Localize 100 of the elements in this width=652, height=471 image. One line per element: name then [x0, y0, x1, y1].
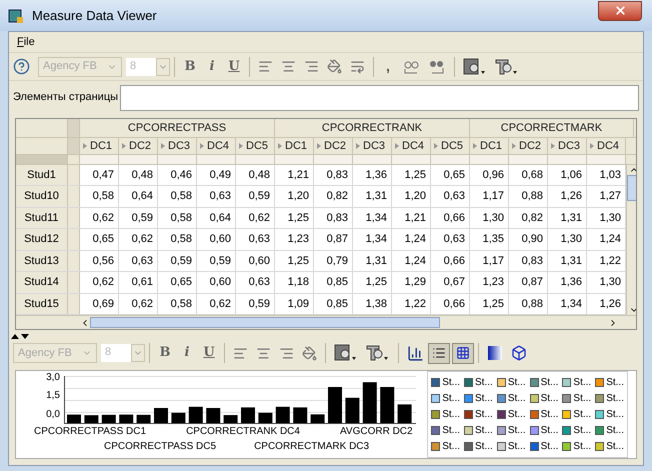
size-dropdown-button[interactable]: [156, 58, 170, 76]
row-resize-handle[interactable]: [16, 155, 68, 164]
expand-arrow-icon[interactable]: [512, 142, 516, 149]
expand-arrow-icon[interactable]: [239, 142, 243, 149]
gradient-icon[interactable]: [487, 345, 503, 361]
table-cell: 1,38: [353, 294, 392, 314]
column-header[interactable]: DC2: [324, 138, 346, 154]
close-icon[interactable]: [614, 4, 626, 17]
size-dropdown-button[interactable]: [131, 344, 145, 362]
filter-cell[interactable]: [158, 155, 197, 164]
filter-cell[interactable]: [392, 155, 431, 164]
row-header[interactable]: Stud1: [16, 164, 68, 186]
fill-icon[interactable]: [327, 59, 342, 74]
vertical-scrollbar[interactable]: [626, 164, 636, 316]
legend-icon[interactable]: [432, 346, 446, 360]
fill-icon[interactable]: [302, 346, 317, 360]
page-elements-field[interactable]: [120, 84, 639, 110]
column-header[interactable]: DC2: [519, 138, 542, 154]
filter-cell[interactable]: [509, 155, 548, 164]
align-left-icon[interactable]: [233, 346, 248, 360]
comma-button[interactable]: ,: [386, 56, 390, 77]
row-header[interactable]: Stud12: [16, 229, 68, 250]
filter-cell[interactable]: [119, 155, 158, 164]
decimal-increase-icon[interactable]: [402, 58, 420, 74]
column-header[interactable]: DC5: [246, 138, 268, 154]
column-header[interactable]: DC2: [129, 138, 152, 154]
filter-cell[interactable]: [275, 155, 314, 164]
row-header[interactable]: Stud10: [16, 186, 68, 207]
row-selector[interactable]: [68, 186, 80, 207]
format-button[interactable]: i: [176, 343, 198, 363]
format-button[interactable]: i: [201, 56, 223, 76]
legend-toggle[interactable]: [428, 342, 450, 364]
cube-icon[interactable]: [511, 345, 527, 361]
format-button[interactable]: B: [154, 343, 176, 363]
text-format-dropdown-icon[interactable]: [494, 58, 519, 76]
row-header[interactable]: Stud13: [16, 250, 68, 272]
align-center-icon[interactable]: [256, 346, 271, 360]
row-selector[interactable]: [68, 250, 80, 272]
expand-arrow-icon[interactable]: [395, 142, 399, 149]
format-button[interactable]: U: [198, 343, 220, 363]
align-left-icon[interactable]: [258, 59, 273, 74]
row-header[interactable]: Stud14: [16, 272, 68, 293]
align-right-icon[interactable]: [304, 59, 319, 74]
grid-toggle[interactable]: [452, 342, 474, 364]
expand-arrow-icon[interactable]: [317, 142, 321, 149]
scroll-thumb[interactable]: [90, 317, 440, 328]
row-selector[interactable]: [68, 208, 80, 228]
column-header[interactable]: DC5: [441, 138, 464, 154]
splitter-arrows-icon[interactable]: [11, 333, 29, 340]
column-resize-handle[interactable]: [68, 119, 80, 137]
expand-arrow-icon[interactable]: [200, 142, 204, 149]
expand-arrow-icon[interactable]: [590, 142, 594, 149]
column-header[interactable]: DC4: [402, 138, 424, 154]
filter-cell[interactable]: [548, 155, 587, 164]
row-selector[interactable]: [68, 164, 80, 186]
expand-arrow-icon[interactable]: [434, 142, 438, 149]
decimal-decrease-icon[interactable]: [428, 58, 446, 74]
row-header[interactable]: Stud15: [16, 294, 68, 314]
help-icon[interactable]: [13, 58, 30, 75]
scroll-thumb[interactable]: [627, 174, 636, 201]
wrap-icon[interactable]: [350, 59, 365, 74]
column-header[interactable]: DC3: [168, 138, 190, 154]
filter-cell[interactable]: [353, 155, 392, 164]
expand-arrow-icon[interactable]: [473, 142, 477, 149]
filter-cell[interactable]: [587, 155, 626, 164]
expand-arrow-icon[interactable]: [161, 142, 165, 149]
align-center-icon[interactable]: [281, 59, 296, 74]
column-header[interactable]: DC3: [558, 138, 580, 154]
format-dropdown-icon[interactable]: [462, 58, 487, 76]
table-cell: 1,21: [275, 164, 314, 186]
column-header[interactable]: DC1: [285, 138, 308, 154]
row-header[interactable]: Stud11: [16, 208, 68, 228]
filter-cell[interactable]: [197, 155, 236, 164]
expand-arrow-icon[interactable]: [278, 142, 282, 149]
column-header[interactable]: DC3: [363, 138, 386, 154]
format-button[interactable]: U: [223, 56, 245, 76]
row-selector[interactable]: [68, 272, 80, 293]
format-dropdown-icon[interactable]: [334, 344, 358, 362]
filter-cell[interactable]: [431, 155, 470, 164]
column-header[interactable]: DC4: [207, 138, 230, 154]
filter-cell[interactable]: [314, 155, 353, 164]
expand-arrow-icon[interactable]: [122, 142, 126, 149]
column-resize-handle[interactable]: [68, 138, 80, 154]
column-header[interactable]: DC1: [90, 138, 112, 154]
row-selector[interactable]: [68, 229, 80, 250]
filter-cell[interactable]: [236, 155, 275, 164]
expand-arrow-icon[interactable]: [356, 142, 360, 149]
filter-cell[interactable]: [470, 155, 509, 164]
column-header[interactable]: DC1: [480, 138, 502, 154]
align-right-icon[interactable]: [279, 346, 294, 360]
expand-arrow-icon[interactable]: [551, 142, 555, 149]
filter-cell[interactable]: [80, 155, 119, 164]
menu-item[interactable]: File: [17, 34, 35, 50]
close-button[interactable]: [598, 0, 642, 20]
bar-chart-icon[interactable]: [407, 344, 424, 362]
column-header[interactable]: DC4: [597, 138, 620, 154]
grid-icon[interactable]: [456, 346, 470, 360]
text-format-dropdown-icon[interactable]: [366, 344, 390, 362]
expand-arrow-icon[interactable]: [83, 142, 87, 149]
format-button[interactable]: B: [179, 56, 201, 76]
